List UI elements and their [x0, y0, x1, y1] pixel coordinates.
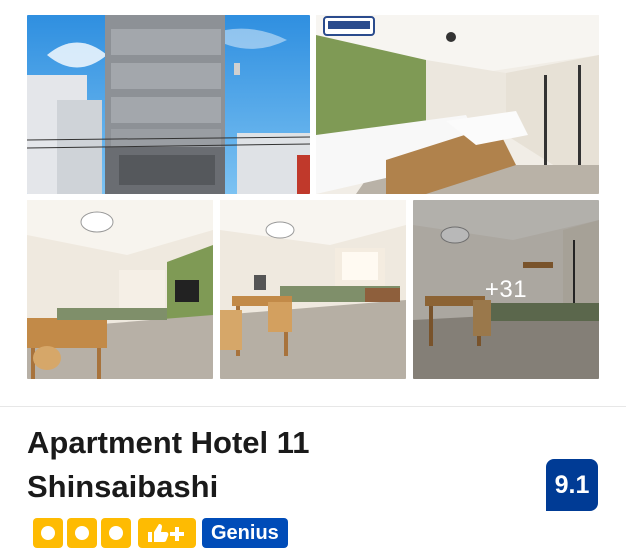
photo-gallery: +31: [0, 0, 626, 406]
star-rating-icon: [101, 518, 131, 548]
living-room-photo[interactable]: [27, 200, 213, 379]
section-divider: [0, 406, 626, 407]
thumbs-up-plus-icon: [138, 518, 196, 548]
dining-area-photo[interactable]: [220, 200, 406, 379]
building-exterior-photo[interactable]: [27, 15, 310, 194]
bedroom-photo[interactable]: [316, 15, 599, 194]
property-title: Apartment Hotel 11 Shinsaibashi: [27, 425, 310, 504]
more-photos-tile[interactable]: +31: [413, 200, 599, 379]
star-rating-icon: [67, 518, 97, 548]
rating-badges: Genius: [33, 518, 288, 548]
genius-badge[interactable]: Genius: [202, 518, 288, 548]
star-rating-icon: [33, 518, 63, 548]
review-score-badge[interactable]: 9.1: [546, 459, 598, 511]
more-photos-count[interactable]: +31: [413, 200, 599, 379]
